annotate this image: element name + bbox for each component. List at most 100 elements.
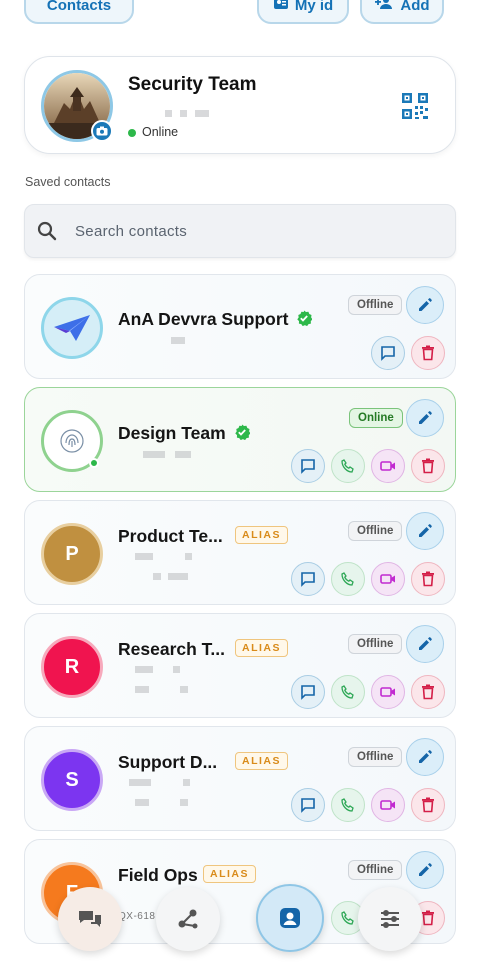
delete-button[interactable] [411,336,445,370]
contact-avatar [41,297,103,359]
phone-icon [341,798,354,812]
alias-badge: ALIAS [235,752,288,770]
delete-button[interactable] [411,449,445,483]
fingerprint-logo-icon [60,429,84,453]
profile-card[interactable]: Security Team Online [24,56,456,154]
contact-name: AnA Devvra Support [118,309,289,329]
avatar-initial: P [65,542,79,565]
contact-card-icon [280,908,300,928]
avatar-initial: S [65,768,79,791]
chat-bubbles-icon [79,911,101,927]
add-label: Add [400,0,430,14]
verified-icon [234,424,251,445]
search-icon [37,221,57,246]
trash-icon [422,797,434,813]
contact-name: Design Team [118,423,226,443]
profile-id-masked [165,110,209,117]
video-icon [380,687,395,697]
add-person-icon [374,0,394,14]
call-button[interactable] [331,562,365,596]
trash-icon [422,910,434,926]
chat-icon [301,798,315,813]
search-placeholder: Search contacts [75,223,188,240]
profile-status: Online [142,125,179,139]
qr-code-icon[interactable] [401,92,429,125]
contact-name: Support D... [118,752,218,772]
edit-button[interactable] [406,286,444,324]
message-button[interactable] [291,449,325,483]
contacts-button[interactable]: Contacts [24,0,134,24]
chat-icon [301,685,315,700]
status-badge: Offline [348,295,403,315]
status-badge: Offline [348,747,403,767]
contact-avatar: P [41,523,103,585]
profile-name: Security Team [128,74,257,95]
call-button[interactable] [331,449,365,483]
pencil-icon [419,750,432,763]
my-id-button[interactable]: My id [257,0,349,24]
contact-name: Research T... [118,639,225,659]
contact-card[interactable]: S Support D... ALIAS Offline [24,726,456,831]
trash-icon [422,571,434,587]
contact-card[interactable]: R Research T... ALIAS Offline [24,613,456,718]
status-badge: Offline [348,860,403,880]
message-button[interactable] [291,562,325,596]
edit-button[interactable] [406,399,444,437]
video-icon [380,574,395,584]
alias-badge: ALIAS [235,526,288,544]
phone-icon [341,911,354,925]
delete-button[interactable] [411,788,445,822]
video-call-button[interactable] [371,449,405,483]
video-call-button[interactable] [371,562,405,596]
edit-button[interactable] [406,512,444,550]
paper-plane-logo-icon [54,315,90,341]
trash-icon [422,345,434,361]
network-icon [178,909,198,929]
edit-button[interactable] [406,738,444,776]
contact-card[interactable]: AnA Devvra Support Offline [24,274,456,379]
chat-icon [301,572,315,587]
contact-avatar: R [41,636,103,698]
video-icon [380,461,395,471]
message-button[interactable] [371,336,405,370]
chat-icon [381,346,395,361]
trash-icon [422,684,434,700]
call-button[interactable] [331,788,365,822]
video-call-button[interactable] [371,788,405,822]
message-button[interactable] [291,675,325,709]
delete-button[interactable] [411,675,445,709]
status-badge: Online [349,408,403,428]
avatar-initial: R [64,655,80,678]
contacts-nav-button[interactable] [256,884,324,952]
contact-card[interactable]: P Product Te... ALIAS Offline [24,500,456,605]
chats-nav-button[interactable] [58,887,122,951]
alias-badge: ALIAS [235,639,288,657]
edit-button[interactable] [406,851,444,889]
saved-contacts-heading: Saved contacts [25,175,111,189]
pencil-icon [419,637,432,650]
settings-nav-button[interactable] [358,887,422,951]
chat-icon [301,459,315,474]
network-nav-button[interactable] [156,887,220,951]
contacts-button-label: Contacts [46,0,112,14]
contact-name: Field Ops [118,865,198,885]
phone-icon [341,459,354,473]
call-button[interactable] [331,675,365,709]
message-button[interactable] [291,788,325,822]
phone-icon [341,685,354,699]
verified-icon [296,310,313,331]
video-call-button[interactable] [371,675,405,709]
phone-icon [341,572,354,586]
delete-button[interactable] [411,562,445,596]
pencil-icon [419,524,432,537]
pencil-icon [419,411,432,424]
edit-button[interactable] [406,625,444,663]
status-badge: Offline [348,634,403,654]
contact-card[interactable]: Design Team Online [24,387,456,492]
pencil-icon [419,863,432,876]
my-id-label: My id [294,0,334,14]
trash-icon [422,458,434,474]
add-contact-button[interactable]: Add [360,0,444,24]
contact-name: Product Te... [118,526,223,546]
camera-icon[interactable] [91,120,113,142]
